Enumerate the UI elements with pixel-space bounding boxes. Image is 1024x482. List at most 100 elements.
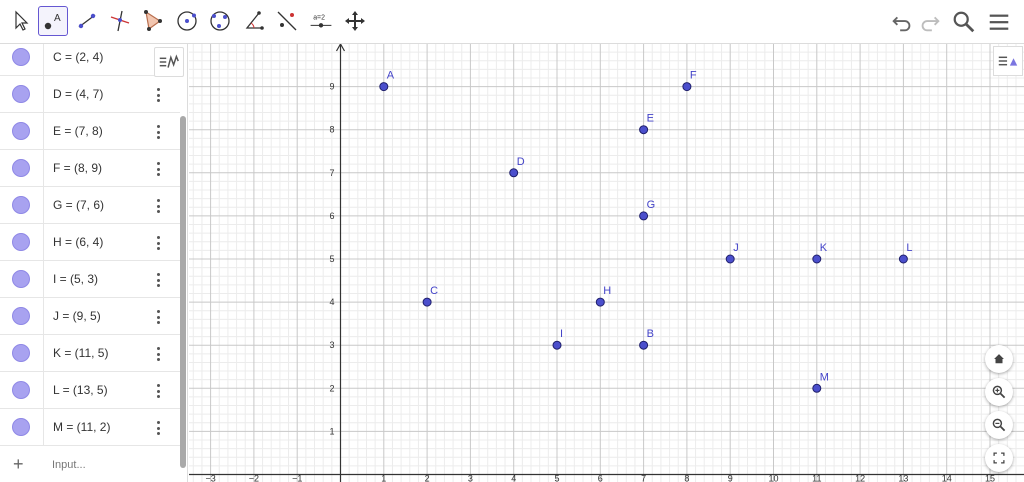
algebra-item[interactable]: K = (11, 5) xyxy=(0,335,180,372)
move-cursor-icon[interactable] xyxy=(6,6,36,36)
zoom-in-icon[interactable] xyxy=(985,378,1013,406)
slider-tool-label: a=2 xyxy=(313,14,325,21)
algebra-input[interactable]: Input... xyxy=(52,459,86,471)
point-marker-icon[interactable] xyxy=(12,270,30,288)
algebra-scrollbar[interactable] xyxy=(180,116,186,468)
y-tick-label: 8 xyxy=(329,125,334,135)
point-F[interactable] xyxy=(682,82,692,92)
algebra-input-row[interactable]: + Input... xyxy=(0,448,180,482)
point-C[interactable] xyxy=(422,297,432,307)
point-H[interactable] xyxy=(595,297,605,307)
x-tick-label: −2 xyxy=(249,474,259,482)
point-J[interactable] xyxy=(725,254,735,264)
x-tick-label: 2 xyxy=(425,474,430,482)
more-options-icon[interactable] xyxy=(152,196,166,216)
zoom-out-icon[interactable] xyxy=(985,411,1013,439)
menu-icon[interactable] xyxy=(985,8,1013,36)
point-marker-icon[interactable] xyxy=(12,159,30,177)
visibility-toggle[interactable] xyxy=(0,372,44,408)
home-icon[interactable] xyxy=(985,345,1013,373)
circle-center-point-icon[interactable] xyxy=(172,6,202,36)
point-K[interactable] xyxy=(812,254,822,264)
x-tick-label: −3 xyxy=(205,474,215,482)
more-options-icon[interactable] xyxy=(152,381,166,401)
add-icon[interactable]: + xyxy=(13,454,24,475)
point-label-D: D xyxy=(517,156,525,168)
point-label-F: F xyxy=(690,70,697,82)
point-M[interactable] xyxy=(812,383,822,393)
visibility-toggle[interactable] xyxy=(0,298,44,334)
perpendicular-line-icon[interactable] xyxy=(105,6,135,36)
algebra-item[interactable]: D = (4, 7) xyxy=(0,76,180,113)
redo-icon[interactable] xyxy=(916,8,944,36)
more-options-icon[interactable] xyxy=(152,85,166,105)
more-options-icon[interactable] xyxy=(152,233,166,253)
more-options-icon[interactable] xyxy=(152,307,166,327)
algebra-item[interactable]: J = (9, 5) xyxy=(0,298,180,335)
move-graphics-icon[interactable] xyxy=(340,6,370,36)
graphics-view[interactable]: −3 −2 −1 1 2 3 4 5 6 7 8 9 10 11 12 13 14 15 1 2 3 4 5 6 7 8 9 A B C D… xyxy=(189,44,1024,482)
algebra-style-icon[interactable] xyxy=(154,47,184,77)
point-label-K: K xyxy=(820,242,828,254)
polygon-tool-icon[interactable] xyxy=(138,6,168,36)
graphics-style-icon[interactable] xyxy=(993,46,1023,76)
algebra-item[interactable]: F = (8, 9) xyxy=(0,150,180,187)
algebra-item[interactable]: L = (13, 5) xyxy=(0,372,180,409)
undo-icon[interactable] xyxy=(888,8,916,36)
visibility-toggle[interactable] xyxy=(0,409,44,445)
point-marker-icon[interactable] xyxy=(12,344,30,362)
more-options-icon[interactable] xyxy=(152,270,166,290)
point-G[interactable] xyxy=(639,211,649,221)
point-marker-icon[interactable] xyxy=(12,196,30,214)
point-label-J: J xyxy=(733,242,739,254)
more-options-icon[interactable] xyxy=(152,344,166,364)
algebra-item[interactable]: G = (7, 6) xyxy=(0,187,180,224)
visibility-toggle[interactable] xyxy=(0,335,44,371)
point-marker-icon[interactable] xyxy=(12,381,30,399)
line-tool-icon[interactable] xyxy=(72,6,102,36)
algebra-item[interactable]: H = (6, 4) xyxy=(0,224,180,261)
point-marker-icon[interactable] xyxy=(12,85,30,103)
visibility-toggle[interactable] xyxy=(0,113,44,149)
algebra-item-label: F = (8, 9) xyxy=(53,161,103,175)
more-options-icon[interactable] xyxy=(152,122,166,142)
point-marker-icon[interactable] xyxy=(12,122,30,140)
point-marker-icon[interactable] xyxy=(12,418,30,436)
visibility-toggle[interactable] xyxy=(0,187,44,223)
x-tick-label: 5 xyxy=(554,474,559,482)
visibility-toggle[interactable] xyxy=(0,150,44,186)
visibility-toggle[interactable] xyxy=(0,224,44,260)
fullscreen-icon[interactable] xyxy=(985,444,1013,472)
y-tick-label: 9 xyxy=(329,82,334,92)
x-tick-label: 7 xyxy=(641,474,646,482)
slider-tool-icon[interactable]: a=2 xyxy=(306,6,336,36)
point-label-I: I xyxy=(560,328,563,340)
angle-tool-icon[interactable] xyxy=(239,6,269,36)
search-icon[interactable] xyxy=(950,8,978,36)
x-tick-label: 3 xyxy=(468,474,473,482)
more-options-icon[interactable] xyxy=(152,159,166,179)
algebra-item[interactable]: I = (5, 3) xyxy=(0,261,180,298)
visibility-toggle[interactable] xyxy=(0,76,44,112)
coordinate-grid[interactable]: −3 −2 −1 1 2 3 4 5 6 7 8 9 10 11 12 13 14 15123456789ABCD… xyxy=(189,44,1024,482)
point-marker-icon[interactable] xyxy=(12,233,30,251)
algebra-item[interactable]: M = (11, 2) xyxy=(0,409,180,446)
more-options-icon[interactable] xyxy=(152,418,166,438)
x-tick-label: 8 xyxy=(684,474,689,482)
circle-three-points-icon[interactable] xyxy=(205,6,235,36)
point-E[interactable] xyxy=(639,125,649,135)
algebra-item[interactable]: C = (2, 4) xyxy=(0,44,180,76)
algebra-item[interactable]: E = (7, 8) xyxy=(0,113,180,150)
point-marker-icon[interactable] xyxy=(12,307,30,325)
visibility-toggle[interactable] xyxy=(0,44,44,75)
point-I[interactable] xyxy=(552,340,562,350)
point-A[interactable] xyxy=(379,82,389,92)
point-D[interactable] xyxy=(509,168,519,178)
point-tool-icon[interactable]: A xyxy=(38,6,68,36)
point-L[interactable] xyxy=(898,254,908,264)
reflect-line-icon[interactable] xyxy=(272,6,302,36)
point-B[interactable] xyxy=(639,340,649,350)
point-marker-icon[interactable] xyxy=(12,48,30,66)
x-tick-label: 6 xyxy=(598,474,603,482)
visibility-toggle[interactable] xyxy=(0,261,44,297)
